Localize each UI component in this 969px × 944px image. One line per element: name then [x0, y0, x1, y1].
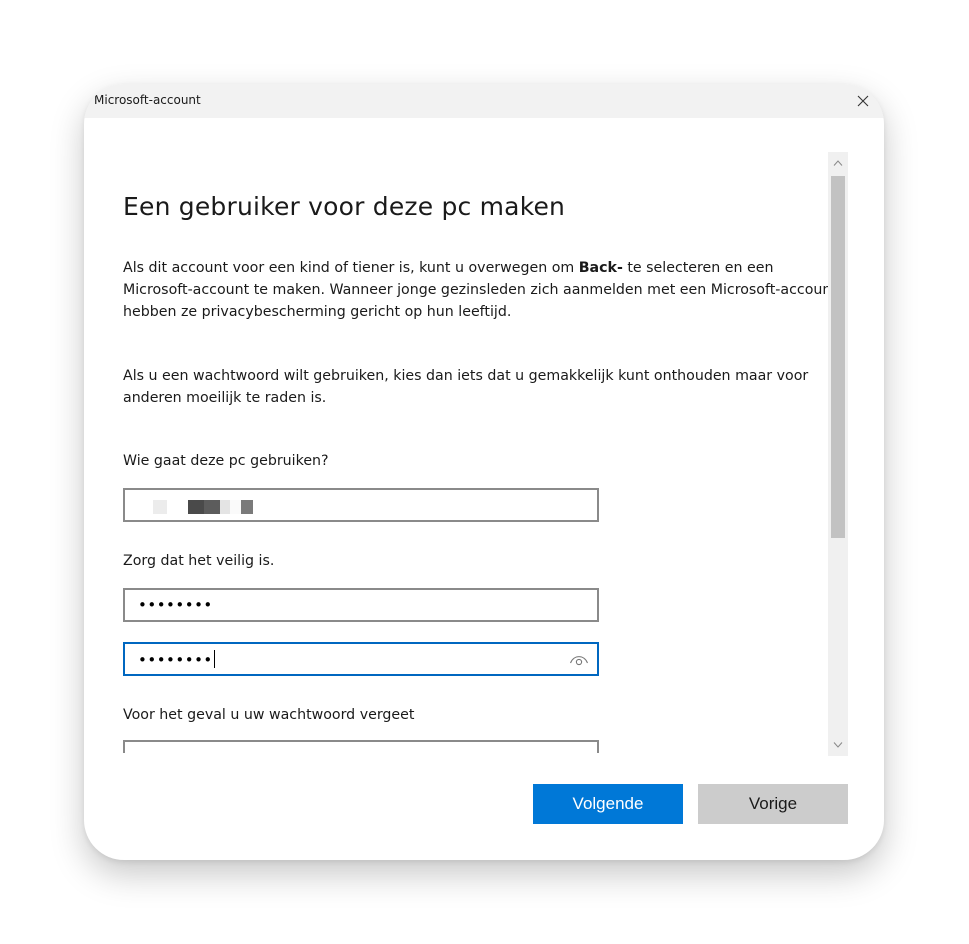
password-advice: Als u een wachtwoord wilt gebruiken, kie… — [123, 368, 809, 406]
password-input[interactable]: •••••••• — [123, 588, 599, 622]
chevron-down-icon — [833, 742, 843, 748]
chevron-up-icon — [833, 160, 843, 166]
confirm-password-value-wrap: •••••••• — [138, 650, 215, 669]
back-button[interactable]: Vorige — [698, 784, 848, 824]
back-keyword: Back- — [578, 260, 623, 276]
text-caret — [213, 650, 215, 668]
username-input[interactable] — [123, 488, 599, 522]
security-question-field[interactable] — [123, 740, 599, 753]
password-masked-value: •••••••• — [138, 596, 213, 614]
vertical-scrollbar[interactable] — [828, 152, 848, 756]
confirm-password-input[interactable]: •••••••• — [123, 642, 599, 676]
child-account-info: Als dit account voor een kind of tiener … — [123, 257, 828, 323]
dialog-window: Microsoft-account Een gebruiker voor dez… — [84, 84, 884, 860]
close-icon — [857, 95, 869, 107]
window-title: Microsoft-account — [94, 93, 201, 107]
scrollbar-thumb[interactable] — [831, 176, 845, 538]
page-title: Een gebruiker voor deze pc maken — [123, 192, 566, 221]
info-text-start: Als dit account voor een kind of tiener … — [123, 260, 579, 276]
password-label: Zorg dat het veilig is. — [123, 553, 275, 569]
reveal-password-button[interactable] — [569, 652, 589, 666]
next-button[interactable]: Volgende — [533, 784, 683, 824]
redacted-username — [153, 499, 255, 514]
eye-icon — [569, 656, 589, 666]
title-bar: Microsoft-account — [84, 84, 884, 118]
scroll-up-button[interactable] — [828, 154, 848, 172]
security-question-label: Voor het geval u uw wachtwoord vergeet — [123, 707, 415, 723]
close-button[interactable] — [848, 87, 878, 115]
scroll-down-button[interactable] — [828, 736, 848, 754]
dialog-content: Een gebruiker voor deze pc maken Als dit… — [84, 118, 828, 753]
username-label: Wie gaat deze pc gebruiken? — [123, 453, 329, 469]
confirm-password-masked-value: •••••••• — [138, 651, 213, 669]
